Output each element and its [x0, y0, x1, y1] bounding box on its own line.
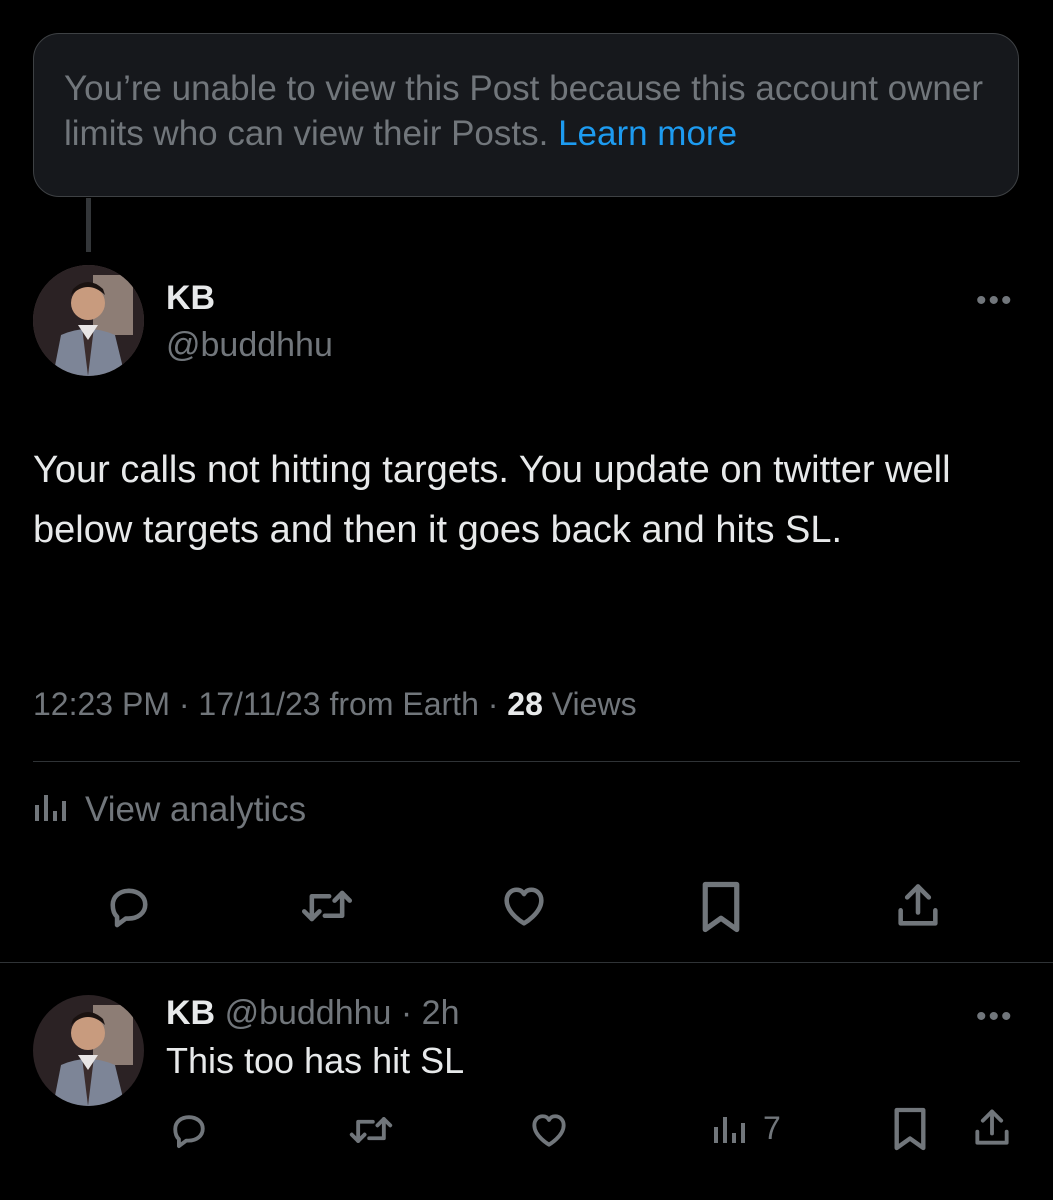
view-analytics-label: View analytics — [85, 790, 307, 829]
reply-age[interactable]: 2h — [422, 994, 460, 1032]
like-button[interactable] — [497, 880, 551, 932]
reply-author-handle[interactable]: @buddhhu — [225, 994, 392, 1032]
reply-avatar[interactable] — [33, 995, 144, 1106]
divider — [0, 962, 1053, 963]
notice-text: You’re unable to view this Post because … — [64, 69, 983, 153]
reply-more-options-button[interactable]: ••• — [976, 1002, 1014, 1032]
post-author-name[interactable]: KB — [166, 279, 215, 318]
reply-button[interactable] — [103, 880, 155, 932]
retweet-icon — [301, 890, 353, 922]
heart-icon — [504, 887, 544, 926]
post-time[interactable]: 12:23 PM — [33, 686, 170, 722]
reply-author-name[interactable]: KB — [166, 994, 215, 1032]
reply-icon — [173, 1115, 205, 1149]
share-icon — [898, 884, 938, 926]
view-analytics-button[interactable]: View analytics — [33, 790, 306, 830]
reply-reply-button[interactable] — [167, 1108, 211, 1152]
post-metadata: 12:23 PM · 17/11/23 from Earth · 28 View… — [33, 686, 637, 722]
divider — [33, 761, 1020, 762]
thread-connector — [86, 198, 91, 252]
bookmark-icon — [894, 1107, 926, 1151]
post-body: Your calls not hitting targets. You upda… — [33, 449, 951, 551]
views-label: Views — [551, 686, 637, 722]
reply-views-count: 7 — [763, 1110, 781, 1146]
bookmark-button[interactable] — [697, 880, 745, 934]
retweet-icon — [349, 1117, 393, 1143]
reply-icon — [110, 888, 148, 928]
reply-like-button[interactable] — [526, 1108, 572, 1152]
reply-header: KB @buddhhu · 2h — [166, 994, 460, 1032]
restricted-post-notice: You’re unable to view this Post because … — [33, 33, 1019, 197]
more-options-button[interactable]: ••• — [976, 286, 1014, 316]
share-button[interactable] — [892, 880, 944, 932]
bar-chart-icon — [714, 1117, 745, 1143]
avatar[interactable] — [33, 265, 144, 376]
reply-retweet-button[interactable] — [346, 1108, 396, 1152]
share-icon — [975, 1109, 1009, 1145]
bookmark-icon — [702, 881, 740, 933]
heart-icon — [532, 1114, 566, 1147]
reply-body: This too has hit SL — [166, 1040, 465, 1081]
reply-views-button[interactable] — [712, 1112, 748, 1144]
bar-chart-icon — [33, 790, 69, 830]
views-count: 28 — [507, 686, 543, 722]
reply-bookmark-button[interactable] — [891, 1106, 929, 1152]
post-author-handle[interactable]: @buddhhu — [166, 326, 333, 365]
learn-more-link[interactable]: Learn more — [558, 114, 737, 153]
retweet-button[interactable] — [298, 880, 356, 932]
reply-share-button[interactable] — [970, 1106, 1014, 1150]
post-date-source: 17/11/23 from Earth — [198, 686, 479, 722]
